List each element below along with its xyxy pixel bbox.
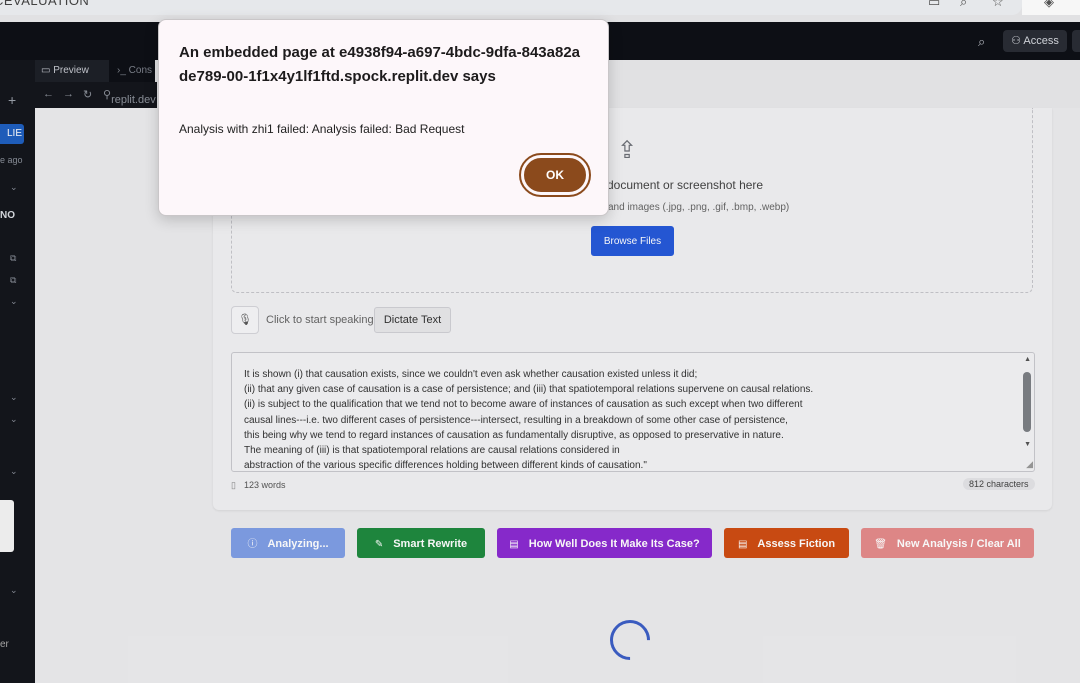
alert-dialog: An embedded page at e4938f94-a697-4bdc-9…	[158, 19, 609, 216]
alert-message: Analysis with zhi1 failed: Analysis fail…	[179, 122, 465, 136]
alert-title: An embedded page at e4938f94-a697-4bdc-9…	[179, 44, 581, 85]
ok-button[interactable]: OK	[519, 153, 591, 197]
